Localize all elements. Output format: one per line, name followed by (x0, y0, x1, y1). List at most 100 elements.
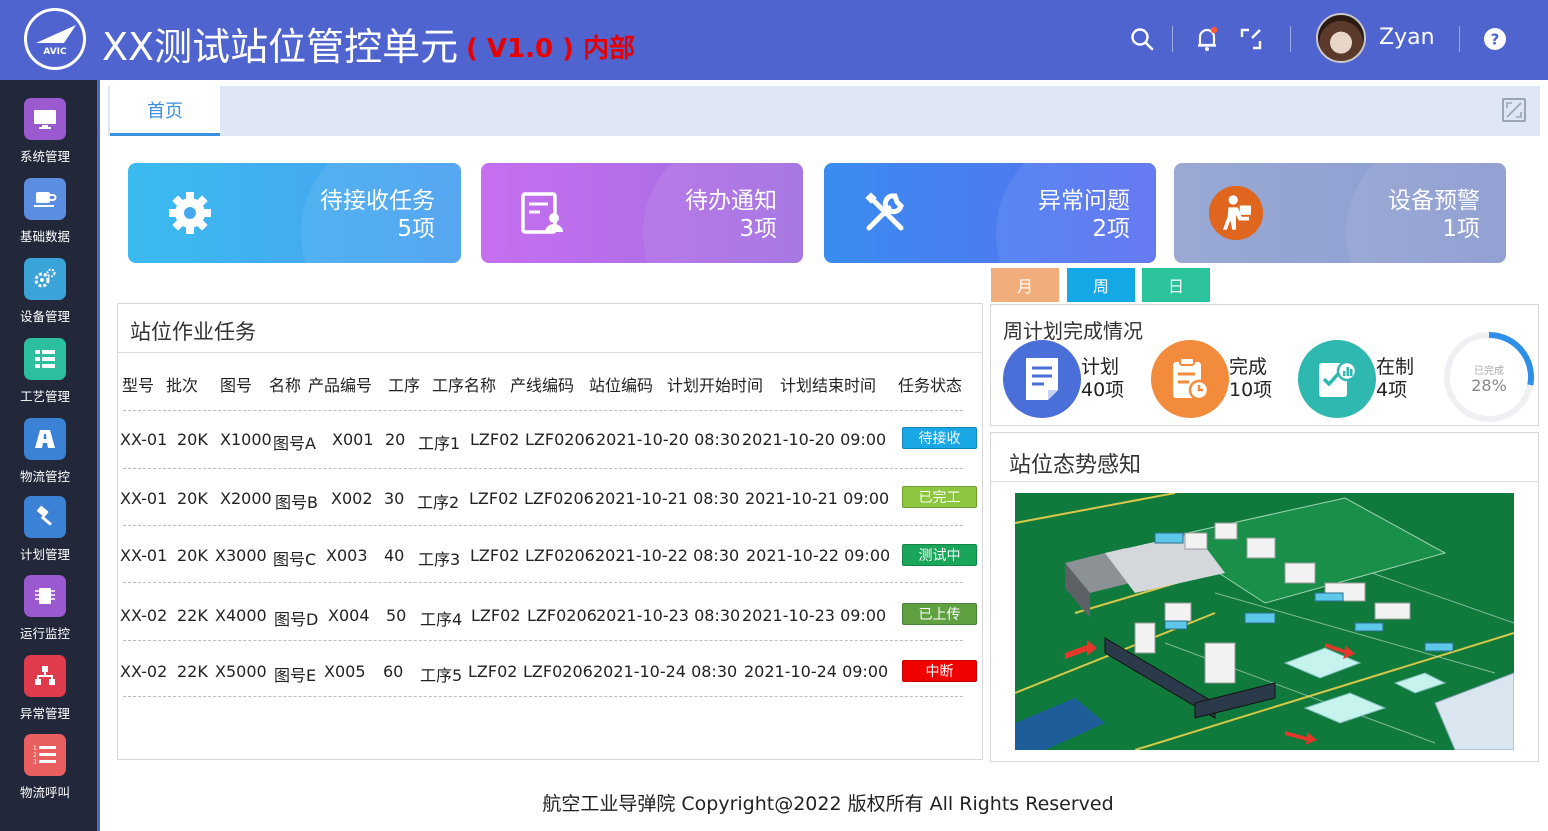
cell-batch: 22K (177, 606, 208, 625)
factory-floor-3d-image[interactable] (1015, 493, 1514, 750)
plane-wing-icon (36, 25, 76, 43)
cell-product: X002 (331, 489, 373, 508)
card-exceptions[interactable]: 异常问题 2项 (824, 163, 1156, 263)
cell-batch: 22K (177, 662, 208, 681)
fullscreen-icon[interactable] (1236, 24, 1266, 54)
donut-value: 28% (1471, 376, 1507, 395)
cell-start: 2021-10-21 08:30 (595, 489, 740, 508)
period-day-button[interactable]: 日 (1142, 268, 1210, 302)
cell-drawing: X3000 (215, 546, 267, 565)
search-icon[interactable] (1127, 24, 1157, 54)
sidebar-item-label: 物流呼叫 (19, 785, 70, 800)
cell-station: LZF0206 (523, 662, 593, 681)
plan-value: 40项 (1081, 379, 1125, 401)
cell-line: LZF02 (468, 662, 518, 681)
header-divider (1172, 26, 1173, 52)
username[interactable]: Zyan (1379, 25, 1435, 50)
plan-label: 完成 (1229, 356, 1268, 378)
cell-process: 40 (384, 546, 405, 565)
card-equipment-warnings[interactable]: 设备预警 1项 (1174, 163, 1506, 263)
column-header-station: 站位编码 (589, 376, 654, 395)
help-icon[interactable]: ? (1480, 24, 1510, 54)
panel-title: 站位态势感知 (1009, 453, 1142, 478)
tab-bar: 首页 (108, 86, 1540, 136)
cell-start: 2021-10-23 08:30 (596, 606, 741, 625)
cell-end: 2021-10-22 09:00 (746, 546, 891, 565)
panel-title: 站位作业任务 (130, 320, 256, 344)
clipboard-clock-icon (1151, 340, 1229, 418)
sidebar-item-basic-data[interactable]: 基础数据 (0, 178, 90, 256)
card-todo-notices[interactable]: 待办通知 3项 (481, 163, 803, 263)
cell-model: XX-02 (120, 606, 168, 625)
card-pending-tasks[interactable]: 待接收任务 5项 (128, 163, 461, 263)
logo-text: AVIC (43, 47, 67, 57)
avatar[interactable] (1316, 13, 1366, 63)
cell-name: 图号D (274, 610, 319, 629)
cell-drawing: X2000 (220, 489, 272, 508)
cell-drawing: X5000 (215, 662, 267, 681)
row-divider (123, 640, 963, 641)
cell-process-name: 工序3 (418, 550, 461, 569)
cell-end: 2021-10-21 09:00 (745, 489, 890, 508)
cell-name: 图号A (273, 434, 316, 453)
sidebar-item-monitoring[interactable]: 运行监控 (0, 575, 90, 653)
sidebar-item-label: 计划管理 (19, 547, 70, 562)
contact-card-icon (515, 185, 571, 241)
status-badge: 中断 (902, 660, 977, 682)
cell-process: 30 (384, 489, 405, 508)
list-icon (24, 338, 66, 380)
sidebar-item-label: 运行监控 (19, 626, 70, 641)
cell-end: 2021-10-20 09:00 (742, 430, 887, 449)
column-header-process: 工序 (388, 376, 421, 395)
period-month-button[interactable]: 月 (991, 268, 1059, 302)
status-badge: 待接收 (902, 427, 977, 449)
svg-text:3: 3 (33, 759, 37, 766)
period-week-button[interactable]: 周 (1067, 268, 1135, 302)
cell-end: 2021-10-24 09:00 (744, 662, 889, 681)
tab-home[interactable]: 首页 (110, 86, 220, 136)
cell-model: XX-01 (120, 546, 168, 565)
column-header-status: 任务状态 (898, 376, 963, 395)
cell-line: LZF02 (470, 430, 520, 449)
cell-name: 图号E (274, 666, 317, 685)
sidebar-item-logistics[interactable]: 物流管控 (0, 418, 90, 496)
plan-label: 计划 (1081, 356, 1120, 378)
cell-batch: 20K (177, 489, 208, 508)
sidebar-item-label: 基础数据 (19, 229, 70, 244)
expand-icon[interactable] (1502, 98, 1526, 122)
panel-divider (991, 481, 1538, 482)
column-header-model: 型号 (122, 376, 155, 395)
footer-copyright: 航空工业导弹院 Copyright@2022 版权所有 All Rights R… (542, 793, 1114, 815)
sidebar-item-process[interactable]: 工艺管理 (0, 338, 90, 416)
avic-logo: AVIC (24, 8, 86, 70)
sidebar-item-system[interactable]: 系统管理 (0, 98, 90, 176)
cup-icon (24, 178, 66, 220)
sidebar-item-logistics-call[interactable]: 123 物流呼叫 (0, 734, 90, 812)
sidebar-item-equipment[interactable]: 设备管理 (0, 258, 90, 336)
row-divider (123, 468, 963, 469)
gear-icon (162, 185, 218, 241)
sidebar-item-label: 系统管理 (19, 149, 70, 164)
tools-icon (858, 185, 914, 241)
monitor-icon (24, 98, 66, 140)
card-count: 5项 (397, 216, 435, 242)
column-header-product: 产品编号 (308, 376, 373, 395)
checklist-chart-icon (1298, 340, 1376, 418)
sidebar-item-label: 工艺管理 (19, 389, 70, 404)
cell-product: X001 (332, 430, 374, 449)
cell-station: LZF0206 (525, 430, 595, 449)
cell-process: 60 (383, 662, 404, 681)
cell-batch: 20K (177, 546, 208, 565)
plan-value: 10项 (1229, 379, 1273, 401)
sidebar-item-planning[interactable]: 计划管理 (0, 496, 90, 574)
bell-icon[interactable] (1192, 24, 1222, 54)
cell-drawing: X4000 (215, 606, 267, 625)
sidebar-item-exceptions[interactable]: 异常管理 (0, 655, 90, 733)
cell-start: 2021-10-22 08:30 (595, 546, 740, 565)
cell-station: LZF0206 (525, 546, 595, 565)
app-version: ( V1.0 ) 内部 (466, 34, 636, 64)
column-header-start: 计划开始时间 (667, 376, 764, 395)
cell-product: X005 (324, 662, 366, 681)
sidebar-item-label: 异常管理 (19, 706, 70, 721)
top-header: AVIC XX测试站位管控单元 ( V1.0 ) 内部 Zyan ? (0, 0, 1548, 80)
